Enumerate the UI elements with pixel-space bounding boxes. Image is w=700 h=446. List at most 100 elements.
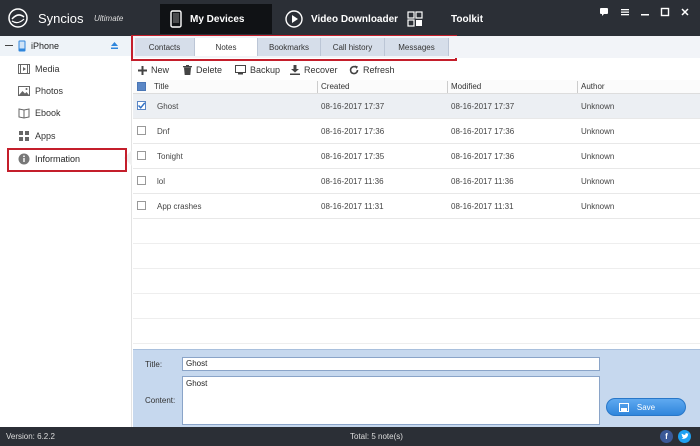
- empty-row: [133, 219, 700, 244]
- save-icon: [619, 403, 629, 412]
- checkmark-icon: [137, 102, 146, 109]
- grid-icon: [407, 11, 423, 27]
- tab-toolkit[interactable]: Toolkit: [407, 4, 487, 34]
- twitter-icon[interactable]: [678, 430, 691, 443]
- subtab-bookmarks[interactable]: Bookmarks: [258, 38, 321, 56]
- toolbar: New Delete Backup Recover Refresh: [133, 60, 700, 78]
- delete-button[interactable]: Delete: [183, 63, 222, 77]
- column-title[interactable]: Title: [154, 82, 169, 91]
- subtab-messages[interactable]: Messages: [385, 38, 449, 56]
- title-input[interactable]: Ghost: [182, 357, 600, 371]
- content-label: Content:: [145, 396, 176, 405]
- title-bar: Syncios Ultimate My Devices Video Downlo…: [0, 0, 700, 36]
- trash-icon: [183, 65, 192, 75]
- sidebar-item-information[interactable]: Information: [0, 148, 132, 170]
- row-checkbox[interactable]: [137, 126, 146, 135]
- close-icon[interactable]: [678, 5, 692, 19]
- table-header: Title Created Modified Author: [133, 80, 700, 94]
- empty-row: [133, 269, 700, 294]
- new-label: New: [151, 65, 170, 75]
- empty-row: [133, 294, 700, 319]
- sidebar: iPhone Media Photos Ebook Apps Informati…: [0, 36, 132, 427]
- ebook-icon: [18, 108, 30, 119]
- cell-author: Unknown: [581, 177, 615, 186]
- refresh-icon: [349, 65, 359, 75]
- save-button[interactable]: Save: [606, 398, 686, 416]
- table-row[interactable]: App crashes 08-16-2017 11:31 08-16-2017 …: [133, 194, 700, 219]
- table-row[interactable]: Dnf 08-16-2017 17:36 08-16-2017 17:36 Un…: [133, 119, 700, 144]
- table-row[interactable]: lol 08-16-2017 11:36 08-16-2017 11:36 Un…: [133, 169, 700, 194]
- sidebar-item-photos[interactable]: Photos: [0, 80, 132, 102]
- subtab-label: Bookmarks: [268, 42, 309, 52]
- cell-created: 08-16-2017 17:35: [321, 152, 385, 161]
- tab-video-downloader[interactable]: Video Downloader: [285, 4, 403, 34]
- cell-author: Unknown: [581, 152, 615, 161]
- column-created[interactable]: Created: [321, 82, 349, 91]
- notes-table: Title Created Modified Author Ghost 08-1…: [133, 80, 700, 348]
- maximize-icon[interactable]: [658, 5, 672, 19]
- empty-row: [133, 319, 700, 344]
- cell-author: Unknown: [581, 202, 615, 211]
- row-checkbox[interactable]: [137, 151, 146, 160]
- subtab-label: Contacts: [148, 42, 181, 52]
- collapse-icon[interactable]: [5, 45, 13, 46]
- backup-button[interactable]: Backup: [235, 63, 280, 77]
- cell-title: Tonight: [157, 152, 183, 161]
- column-divider[interactable]: [447, 81, 448, 93]
- select-all-checkbox[interactable]: [137, 82, 146, 91]
- main-panel: Contacts Notes Bookmarks Call history Me…: [133, 36, 700, 427]
- cell-title: App crashes: [157, 202, 202, 211]
- plus-icon: [138, 65, 147, 75]
- cell-modified: 08-16-2017 17:37: [451, 102, 515, 111]
- facebook-icon[interactable]: f: [660, 430, 673, 443]
- recover-button[interactable]: Recover: [290, 63, 338, 77]
- row-checkbox[interactable]: [137, 201, 146, 210]
- cell-created: 08-16-2017 11:36: [321, 177, 384, 186]
- tab-my-devices[interactable]: My Devices: [160, 4, 272, 34]
- save-label: Save: [636, 402, 656, 412]
- column-modified[interactable]: Modified: [451, 82, 481, 91]
- total-count: Total: 5 note(s): [350, 432, 403, 441]
- cell-title: Dnf: [157, 127, 170, 136]
- table-row[interactable]: Ghost 08-16-2017 17:37 08-16-2017 17:37 …: [133, 94, 700, 119]
- backup-label: Backup: [250, 65, 281, 75]
- menu-icon[interactable]: [618, 5, 632, 19]
- backup-icon: [235, 65, 246, 75]
- subtab-call-history[interactable]: Call history: [321, 38, 385, 56]
- note-editor: Title: Ghost Content: Ghost Save: [133, 349, 700, 427]
- download-icon: [290, 65, 300, 75]
- phone-icon: [170, 10, 182, 28]
- cell-modified: 08-16-2017 17:36: [451, 152, 515, 161]
- content-textarea[interactable]: Ghost: [182, 376, 600, 425]
- chat-icon[interactable]: [597, 5, 611, 19]
- apps-icon: [19, 131, 29, 141]
- minimize-icon[interactable]: [638, 5, 652, 19]
- subtab-label: Messages: [398, 42, 435, 52]
- cell-created: 08-16-2017 17:37: [321, 102, 385, 111]
- device-row[interactable]: iPhone: [0, 36, 132, 56]
- column-divider[interactable]: [577, 81, 578, 93]
- app-edition: Ultimate: [94, 14, 124, 23]
- cell-modified: 08-16-2017 11:36: [451, 177, 514, 186]
- title-label: Title:: [145, 360, 163, 369]
- sidebar-item-ebook[interactable]: Ebook: [0, 102, 132, 124]
- cell-author: Unknown: [581, 102, 615, 111]
- sidebar-item-apps[interactable]: Apps: [0, 125, 132, 147]
- refresh-label: Refresh: [363, 65, 395, 75]
- subtab-notes[interactable]: Notes: [195, 38, 258, 56]
- refresh-button[interactable]: Refresh: [349, 63, 395, 77]
- subtab-contacts[interactable]: Contacts: [135, 38, 195, 56]
- new-button[interactable]: New: [138, 63, 169, 77]
- photos-icon: [18, 86, 30, 96]
- table-row[interactable]: Tonight 08-16-2017 17:35 08-16-2017 17:3…: [133, 144, 700, 169]
- column-divider[interactable]: [317, 81, 318, 93]
- selection-pointer: [124, 150, 132, 166]
- sidebar-item-label: Media: [35, 64, 60, 74]
- info-icon: [18, 153, 30, 165]
- eject-icon[interactable]: [110, 41, 119, 50]
- sidebar-item-media[interactable]: Media: [0, 58, 132, 80]
- column-author[interactable]: Author: [581, 82, 605, 91]
- row-checkbox[interactable]: [137, 101, 146, 110]
- row-checkbox[interactable]: [137, 176, 146, 185]
- subtab-bar: Contacts Notes Bookmarks Call history Me…: [133, 36, 700, 58]
